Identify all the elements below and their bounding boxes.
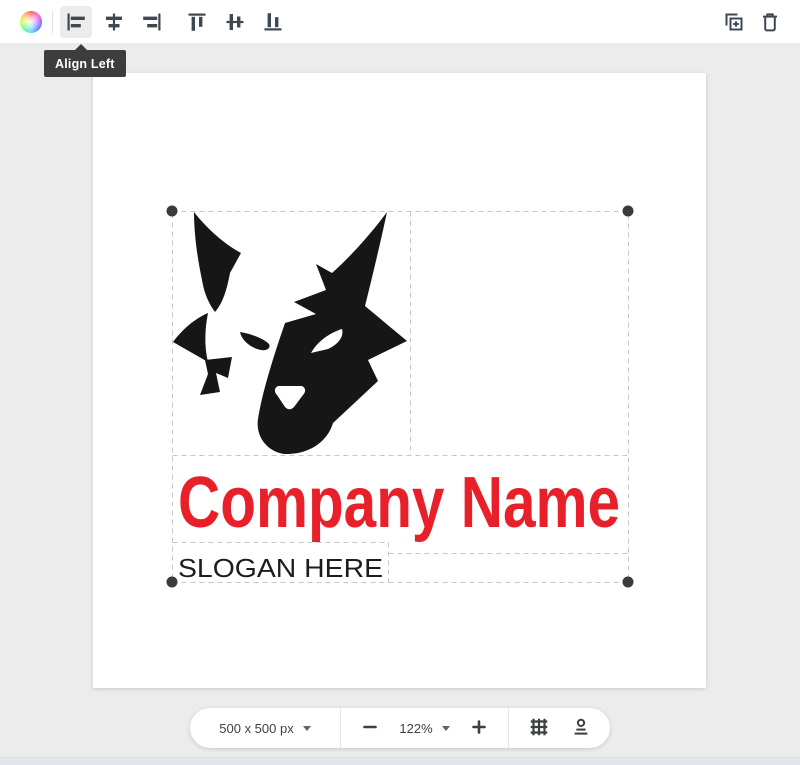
selection-handle-bottom-right[interactable] <box>623 577 634 588</box>
align-right-button[interactable] <box>136 6 168 38</box>
snap-toggle-button[interactable] <box>568 714 594 743</box>
snap-baseline-icon <box>570 716 592 741</box>
grid-icon <box>528 716 550 741</box>
tooltip-align-left: Align Left <box>44 50 126 77</box>
wolf-head-logo[interactable] <box>173 212 407 454</box>
color-wheel-icon <box>20 11 42 33</box>
canvas-size-label: 500 x 500 px <box>219 721 293 736</box>
align-middle-vertical-button[interactable] <box>219 6 251 38</box>
slogan-text[interactable]: SLOGAN HERE <box>178 553 383 583</box>
align-left-button[interactable] <box>60 6 92 38</box>
duplicate-icon <box>722 10 746 34</box>
caret-down-icon <box>442 726 450 731</box>
tooltip-label: Align Left <box>55 57 115 71</box>
color-wheel-button[interactable] <box>18 9 44 35</box>
selection-handle-top-right[interactable] <box>623 206 634 217</box>
zoom-out-button[interactable] <box>359 716 381 741</box>
delete-button[interactable] <box>754 6 786 38</box>
caret-down-icon <box>303 726 311 731</box>
align-center-horizontal-icon <box>102 10 126 34</box>
align-top-button[interactable] <box>181 6 213 38</box>
zoom-in-button[interactable] <box>468 716 490 741</box>
bottom-edge-strip <box>0 757 800 765</box>
align-top-icon <box>185 10 209 34</box>
artboard-canvas[interactable]: Company Name SLOGAN HERE <box>93 73 706 688</box>
top-toolbar <box>0 0 800 43</box>
selection-handle-bottom-left[interactable] <box>167 577 178 588</box>
zoom-level-label: 122% <box>399 721 432 736</box>
minus-icon <box>361 718 379 739</box>
trash-icon <box>758 10 782 34</box>
canvas-size-selector[interactable]: 500 x 500 px <box>219 721 310 736</box>
zoom-level-selector[interactable]: 122% <box>399 721 449 736</box>
plus-icon <box>470 718 488 739</box>
grid-toggle-button[interactable] <box>526 714 552 743</box>
selection-handle-top-left[interactable] <box>167 206 178 217</box>
toolbar-divider <box>52 11 53 33</box>
duplicate-button[interactable] <box>718 6 750 38</box>
align-right-icon <box>140 10 164 34</box>
align-middle-vertical-icon <box>223 10 247 34</box>
align-left-icon <box>64 10 88 34</box>
align-bottom-icon <box>261 10 285 34</box>
canvas-controls: 500 x 500 px 122% <box>190 708 610 748</box>
company-name-text[interactable]: Company Name <box>178 463 620 543</box>
align-bottom-button[interactable] <box>257 6 289 38</box>
align-center-horizontal-button[interactable] <box>98 6 130 38</box>
